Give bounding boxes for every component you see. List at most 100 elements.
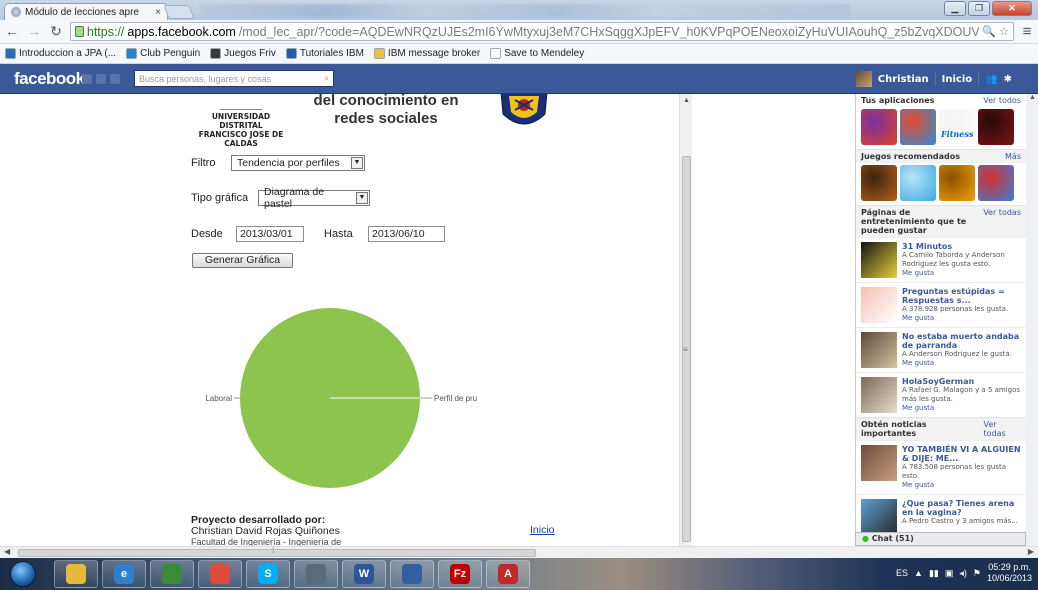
bookmark-item[interactable]: IBM message broker — [373, 48, 480, 59]
start-button[interactable] — [10, 561, 36, 587]
search-icon[interactable]: ⌕ — [324, 73, 329, 84]
from-date-input[interactable]: 2013/03/01 — [236, 226, 304, 242]
messages-icon[interactable] — [96, 73, 106, 84]
bookmark-item[interactable]: Tutoriales IBM — [285, 48, 364, 59]
clock[interactable]: 05:29 p.m. 10/06/2013 — [987, 562, 1032, 584]
taskbar-task-manager-button[interactable] — [150, 560, 194, 588]
chrome-menu-icon[interactable]: ≡ — [1020, 23, 1034, 40]
bookmark-item[interactable]: Save to Mendeley — [490, 48, 584, 59]
sims-social-icon[interactable] — [900, 165, 936, 201]
chart-type-select[interactable]: Diagrama de pastel ▼ — [258, 186, 370, 210]
taskbar-skype-button[interactable]: S — [246, 560, 290, 588]
filter-select[interactable]: Tendencia por perfiles ▼ — [231, 155, 365, 171]
app-vertical-scrollbar[interactable]: ▲ — [679, 94, 692, 546]
pages-section: Páginas de entretenimiento que te pueden… — [856, 206, 1026, 418]
chat-bar[interactable]: ● Chat (51) — [855, 532, 1026, 546]
home-link[interactable]: Inicio — [942, 74, 973, 85]
taskbar-word-button[interactable]: W — [342, 560, 386, 588]
scroll-right-icon[interactable]: ▶ — [1028, 547, 1034, 556]
page-thumbnail[interactable] — [861, 445, 897, 481]
like-button[interactable]: Me gusta — [902, 359, 1021, 368]
reload-icon[interactable]: ↻ — [48, 23, 64, 40]
minimize-button[interactable]: ▁ — [944, 1, 966, 16]
browser-tab-active[interactable]: Módulo de lecciones apre × — [4, 3, 168, 20]
page-thumbnail[interactable] — [861, 332, 897, 368]
list-item[interactable]: YO TAMBIÉN VI A ALGUIEN & DIJE: ME... A 7… — [856, 440, 1026, 494]
to-date-input[interactable]: 2013/06/10 — [368, 226, 445, 242]
notifications-icon[interactable] — [110, 73, 120, 84]
page-name-link[interactable]: Preguntas estúpidas = Respuestas s... — [902, 287, 1021, 305]
bookmark-item[interactable]: Introduccion a JPA (... — [5, 48, 116, 59]
generate-chart-button[interactable]: Generar Gráfica — [192, 253, 293, 268]
candy-crush-icon[interactable] — [861, 109, 897, 145]
bookmark-item[interactable]: Club Penguin — [126, 48, 200, 59]
angry-birds-friends-icon[interactable] — [978, 165, 1014, 201]
page-name-link[interactable]: YO TAMBIÉN VI A ALGUIEN & DIJE: ME... — [902, 445, 1021, 463]
list-item-info: Preguntas estúpidas = Respuestas s... A 3… — [902, 287, 1021, 323]
nestle-fitness-icon[interactable]: Fitness — [939, 109, 975, 145]
page-vertical-scrollbar[interactable]: ▲ — [1026, 94, 1038, 546]
scroll-left-icon[interactable]: ◀ — [4, 547, 10, 556]
pages-see-all-link[interactable]: Ver todas — [983, 208, 1021, 235]
page-name-link[interactable]: HolaSoyGerman — [902, 377, 1021, 386]
taskbar-explorer-button[interactable] — [54, 560, 98, 588]
zoom-icon[interactable]: 🔍 — [982, 25, 996, 38]
page-name-link[interactable]: ¿Que pasa? Tienes arena en la vagina? — [902, 499, 1021, 517]
back-arrow-icon[interactable]: ← — [4, 23, 20, 40]
page-thumbnail[interactable] — [861, 377, 897, 413]
friend-requests-icon[interactable] — [82, 73, 92, 84]
facebook-search-input[interactable]: Busca personas, lugares y cosas ⌕ — [134, 70, 334, 87]
app-home-link[interactable]: Inicio — [530, 524, 555, 536]
like-button[interactable]: Me gusta — [902, 269, 1021, 278]
horizontal-scrollbar[interactable]: ◀ ⁞ ▶ — [0, 546, 1038, 558]
close-window-button[interactable]: ✕ — [992, 1, 1032, 16]
like-button[interactable]: Me gusta — [902, 314, 1021, 323]
tab-close-icon[interactable]: × — [155, 7, 161, 18]
maximize-button[interactable]: ❐ — [968, 1, 990, 16]
show-hidden-icons-icon[interactable]: ▲ — [914, 568, 923, 578]
university-line-2: FRANCISCO JOSE DE CALDAS — [198, 130, 284, 148]
list-item[interactable]: HolaSoyGerman A Rafael G. Malagon y a 5 a… — [856, 372, 1026, 417]
page-name-link[interactable]: No estaba muerto andaba de parranda — [902, 332, 1021, 350]
bookmark-item[interactable]: Juegos Friv — [210, 48, 276, 59]
like-button[interactable]: Me gusta — [902, 404, 1021, 413]
page-thumbnail[interactable] — [861, 242, 897, 278]
new-tab-button[interactable] — [163, 5, 195, 19]
gear-icon[interactable]: ✱ — [1004, 74, 1012, 85]
scroll-up-icon[interactable]: ▲ — [683, 97, 690, 104]
news-see-all-link[interactable]: Ver todas — [984, 420, 1021, 438]
page-thumbnail[interactable] — [861, 499, 897, 535]
facebook-logo[interactable]: facebook — [14, 69, 85, 89]
avatar[interactable] — [855, 71, 872, 87]
kingdoms-icon[interactable] — [861, 165, 897, 201]
taskbar-chrome-button[interactable] — [198, 560, 242, 588]
t-mundo-icon[interactable] — [939, 165, 975, 201]
address-bar[interactable]: https://apps.facebook.com/mod_lec_apr/?c… — [70, 22, 1014, 41]
games-more-link[interactable]: Más — [1005, 152, 1021, 161]
flag-icon[interactable]: ⚑ — [973, 568, 981, 579]
volume-icon[interactable]: ◂) — [959, 568, 967, 579]
list-item[interactable]: No estaba muerto andaba de parranda A And… — [856, 327, 1026, 372]
taskbar-virtualbox-button[interactable] — [390, 560, 434, 588]
taskbar-internet-explorer-button[interactable]: e — [102, 560, 146, 588]
page-name-link[interactable]: 31 Minutos — [902, 242, 1021, 251]
signal-icon[interactable]: ▮▮ — [929, 568, 939, 579]
list-item[interactable]: 31 Minutos A Camilo Taborda y Anderson Ro… — [856, 237, 1026, 282]
list-item[interactable]: Preguntas estúpidas = Respuestas s... A 3… — [856, 282, 1026, 327]
apps-see-all-link[interactable]: Ver todos — [983, 96, 1021, 105]
taskbar-vpn-client-button[interactable] — [294, 560, 338, 588]
horizontal-scrollbar-thumb[interactable] — [18, 549, 536, 557]
forward-arrow-icon[interactable]: → — [26, 23, 42, 40]
language-indicator[interactable]: ES — [896, 568, 908, 578]
taskbar-filezilla-button[interactable]: Fz — [438, 560, 482, 588]
profile-link[interactable]: Christian — [878, 74, 929, 85]
taskbar-red-app-button[interactable]: A — [486, 560, 530, 588]
bubble-game-icon[interactable] — [900, 109, 936, 145]
page-thumbnail[interactable] — [861, 287, 897, 323]
network-icon[interactable]: ▣ — [945, 568, 954, 579]
find-friends-icon[interactable]: 👥 — [985, 74, 997, 85]
scroll-up-icon[interactable]: ▲ — [1029, 94, 1036, 101]
like-button[interactable]: Me gusta — [902, 481, 1021, 490]
star-icon[interactable]: ☆ — [999, 25, 1009, 38]
poker-icon[interactable] — [978, 109, 1014, 145]
